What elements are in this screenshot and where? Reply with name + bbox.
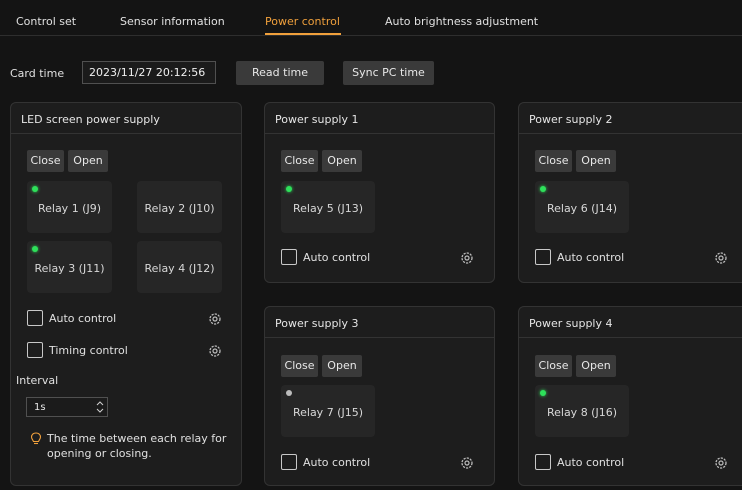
auto-control-checkbox[interactable]: Auto control — [535, 249, 645, 267]
panel-header: Power supply 4 — [519, 307, 742, 338]
interval-hint: The time between each relay for opening … — [47, 432, 227, 460]
close-button[interactable]: Close — [281, 150, 318, 172]
auto-control-checkbox[interactable]: Auto control — [281, 249, 391, 267]
status-indicator — [286, 186, 292, 192]
relay-4-tile[interactable]: Relay 4 (J12) — [137, 241, 222, 293]
gear-icon[interactable] — [459, 455, 475, 471]
power-supply-2-panel: Power supply 2 Close Open Relay 6 (J14) … — [518, 102, 742, 283]
relay-2-tile[interactable]: Relay 2 (J10) — [137, 181, 222, 233]
tab-control-set[interactable]: Control set — [16, 15, 76, 28]
relay-label: Relay 3 (J11) — [34, 262, 105, 275]
interval-label: Interval — [16, 374, 59, 387]
tab-bar: Control set Sensor information Power con… — [0, 0, 742, 36]
relay-label: Relay 6 (J14) — [546, 202, 618, 215]
open-button[interactable]: Open — [576, 355, 616, 377]
stepper-arrows-icon[interactable] — [95, 400, 105, 414]
checkbox-box — [535, 454, 551, 470]
checkbox-label: Auto control — [49, 312, 117, 325]
read-time-button[interactable]: Read time — [236, 61, 324, 85]
close-button[interactable]: Close — [535, 150, 572, 172]
relay-8-tile[interactable]: Relay 8 (J16) — [535, 385, 629, 437]
power-supply-1-panel: Power supply 1 Close Open Relay 5 (J13) … — [264, 102, 495, 283]
auto-control-checkbox[interactable]: Auto control — [535, 454, 645, 472]
panel-title: Power supply 4 — [529, 317, 613, 330]
relay-6-tile[interactable]: Relay 6 (J14) — [535, 181, 629, 233]
panel-header: LED screen power supply — [11, 103, 241, 134]
interval-value: 1s — [34, 402, 46, 413]
gear-icon[interactable] — [713, 455, 729, 471]
status-indicator — [286, 390, 292, 396]
panel-title: Power supply 2 — [529, 113, 613, 126]
open-button[interactable]: Open — [68, 150, 108, 172]
auto-control-checkbox[interactable]: Auto control — [27, 310, 147, 328]
open-button[interactable]: Open — [576, 150, 616, 172]
auto-control-checkbox[interactable]: Auto control — [281, 454, 391, 472]
timing-control-checkbox[interactable]: Timing control — [27, 342, 147, 360]
status-indicator — [32, 246, 38, 252]
open-button[interactable]: Open — [322, 150, 362, 172]
checkbox-box — [281, 249, 297, 265]
sync-pc-time-button[interactable]: Sync PC time — [343, 61, 434, 85]
checkbox-box — [281, 454, 297, 470]
relay-7-tile[interactable]: Relay 7 (J15) — [281, 385, 375, 437]
gear-icon[interactable] — [459, 250, 475, 266]
checkbox-box — [535, 249, 551, 265]
relay-3-tile[interactable]: Relay 3 (J11) — [27, 241, 112, 293]
panel-title: Power supply 1 — [275, 113, 359, 126]
lightbulb-icon — [30, 432, 42, 445]
card-time-label: Card time — [10, 67, 65, 80]
power-supply-4-panel: Power supply 4 Close Open Relay 8 (J16) … — [518, 306, 742, 486]
relay-label: Relay 8 (J16) — [546, 406, 618, 419]
status-indicator — [540, 390, 546, 396]
checkbox-label: Timing control — [49, 344, 128, 357]
panel-header: Power supply 1 — [265, 103, 494, 134]
panel-title: LED screen power supply — [21, 113, 160, 126]
gear-icon[interactable] — [713, 250, 729, 266]
card-time-field[interactable]: 2023/11/27 20:12:56 — [82, 61, 216, 84]
tab-auto-brightness-adjustment[interactable]: Auto brightness adjustment — [385, 15, 538, 28]
power-supply-3-panel: Power supply 3 Close Open Relay 7 (J15) … — [264, 306, 495, 486]
panel-header: Power supply 3 — [265, 307, 494, 338]
gear-icon[interactable] — [207, 311, 223, 327]
close-button[interactable]: Close — [281, 355, 318, 377]
relay-label: Relay 5 (J13) — [292, 202, 364, 215]
led-screen-power-supply-panel: LED screen power supply Close Open Relay… — [10, 102, 242, 486]
panel-header: Power supply 2 — [519, 103, 742, 134]
status-indicator — [540, 186, 546, 192]
tab-sensor-information[interactable]: Sensor information — [120, 15, 225, 28]
interval-stepper[interactable]: 1s — [26, 397, 108, 417]
checkbox-label: Auto control — [303, 456, 371, 469]
open-button[interactable]: Open — [322, 355, 362, 377]
relay-label: Relay 1 (J9) — [37, 202, 102, 215]
active-tab-underline — [265, 33, 341, 35]
status-indicator — [32, 186, 38, 192]
checkbox-label: Auto control — [557, 456, 625, 469]
relay-label: Relay 2 (J10) — [144, 202, 215, 215]
relay-5-tile[interactable]: Relay 5 (J13) — [281, 181, 375, 233]
tab-power-control[interactable]: Power control — [265, 15, 340, 28]
relay-label: Relay 4 (J12) — [144, 262, 215, 275]
panel-title: Power supply 3 — [275, 317, 359, 330]
checkbox-label: Auto control — [557, 251, 625, 264]
close-button[interactable]: Close — [27, 150, 64, 172]
relay-1-tile[interactable]: Relay 1 (J9) — [27, 181, 112, 233]
gear-icon[interactable] — [207, 343, 223, 359]
close-button[interactable]: Close — [535, 355, 572, 377]
checkbox-box — [27, 342, 43, 358]
relay-label: Relay 7 (J15) — [292, 406, 364, 419]
checkbox-label: Auto control — [303, 251, 371, 264]
checkbox-box — [27, 310, 43, 326]
